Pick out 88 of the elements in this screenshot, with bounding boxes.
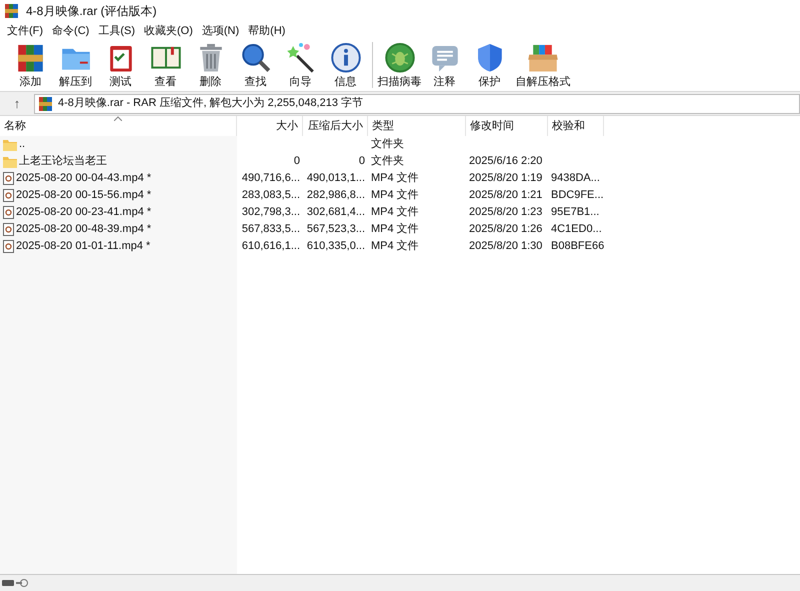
table-cell-text: MP4 文件 bbox=[371, 238, 419, 254]
table-cell-text: 文件夹 bbox=[371, 136, 404, 152]
table-cell-text: 2025/8/20 1:21 bbox=[469, 188, 542, 204]
menu-item[interactable]: 收藏夹(O) bbox=[140, 22, 197, 40]
table-cell-text: 0 bbox=[358, 154, 365, 170]
menu-item[interactable]: 帮助(H) bbox=[244, 22, 290, 40]
video-file-icon bbox=[3, 189, 14, 202]
folder-icon bbox=[3, 138, 17, 150]
table-cell-text: 283,083,5... bbox=[242, 188, 300, 204]
toolbar-button[interactable]: 添加 bbox=[8, 40, 53, 90]
table-cell-text: MP4 文件 bbox=[371, 222, 419, 238]
file-row[interactable]: 2025-08-20 00-04-43.mp4 * 490,716,6... 490,013,1... MP4 文件 2025/8/20 1:19 9438DA... bbox=[0, 170, 800, 187]
column-header[interactable]: 名称 bbox=[0, 116, 237, 136]
table-cell-text: 2025/8/20 1:26 bbox=[469, 222, 542, 238]
table-cell-text: 610,616,1... bbox=[242, 239, 300, 254]
up-button[interactable]: ↑ bbox=[0, 94, 34, 114]
table-cell-text: 9438DA... bbox=[551, 171, 600, 186]
magic-wand-icon bbox=[284, 42, 316, 74]
menu-item[interactable]: 工具(S) bbox=[94, 22, 139, 40]
file-row[interactable]: 2025-08-20 00-15-56.mp4 * 283,083,5... 282,986,8... MP4 文件 2025/8/20 1:21 BDC9FE... bbox=[0, 187, 800, 204]
table-cell-text: 567,833,5... bbox=[242, 222, 300, 238]
table-cell-text: MP4 文件 bbox=[371, 188, 419, 204]
menu-item[interactable]: 命令(C) bbox=[48, 22, 94, 40]
table-cell-text: 2025-08-20 00-15-56.mp4 * bbox=[16, 188, 152, 204]
table-cell-text: 2025/8/20 1:23 bbox=[469, 205, 542, 220]
archive-icon bbox=[38, 96, 54, 112]
table-cell-text: 2025/8/20 1:19 bbox=[469, 171, 542, 186]
column-header[interactable]: 压缩后大小 bbox=[303, 116, 368, 136]
toolbar-button[interactable]: 解压到 bbox=[53, 40, 98, 90]
key-icon bbox=[16, 578, 28, 588]
address-text: 4-8月映像.rar - RAR 压缩文件, 解包大小为 2,255,048,213 字节 bbox=[58, 96, 364, 112]
toolbar-button[interactable]: 测试 bbox=[98, 40, 143, 90]
archive-icon bbox=[4, 3, 20, 19]
toolbar-button[interactable]: 向导 bbox=[278, 40, 323, 90]
column-header[interactable]: 类型 bbox=[368, 116, 466, 136]
toolbar-button[interactable]: 扫描病毒 bbox=[377, 40, 422, 90]
table-cell-text: MP4 文件 bbox=[371, 170, 419, 186]
video-file-icon bbox=[3, 223, 14, 236]
toolbar-button[interactable]: 删除 bbox=[188, 40, 233, 90]
file-row[interactable]: 2025-08-20 00-48-39.mp4 * 567,833,5... 567,523,3... MP4 文件 2025/8/20 1:26 4C1ED0... bbox=[0, 221, 800, 238]
table-cell-text: 2025-08-20 00-23-41.mp4 * bbox=[16, 205, 152, 220]
bug-icon bbox=[384, 42, 416, 74]
table-cell-text: 0 bbox=[294, 154, 300, 170]
table-cell-text: 490,013,1... bbox=[306, 171, 365, 186]
drive-icon bbox=[2, 580, 14, 586]
table-cell-text: 490,716,6... bbox=[242, 171, 300, 186]
table-cell-text: 95E7B1... bbox=[551, 205, 600, 220]
toolbar-button[interactable]: 注释 bbox=[422, 40, 467, 90]
file-row[interactable]: 上老王论坛当老王 0 0 文件夹 2025/6/16 2:20 bbox=[0, 153, 800, 170]
column-header[interactable]: 大小 bbox=[237, 116, 303, 136]
video-file-icon bbox=[3, 240, 14, 253]
table-cell-text: 2025-08-20 01-01-11.mp4 * bbox=[16, 239, 150, 254]
file-row[interactable]: 2025-08-20 01-01-11.mp4 * 610,616,1... 610,335,0... MP4 文件 2025/8/20 1:30 B08BFE66 bbox=[0, 238, 800, 255]
table-cell-text: MP4 文件 bbox=[371, 204, 419, 220]
column-header[interactable]: 修改时间 bbox=[466, 116, 548, 136]
table-cell-text: 上老王论坛当老王 bbox=[19, 154, 107, 170]
table-cell-text: 2025/8/20 1:30 bbox=[469, 239, 542, 254]
toolbar-button[interactable]: 查找 bbox=[233, 40, 278, 90]
table-cell-text: 282,986,8... bbox=[306, 188, 365, 204]
package-icon bbox=[527, 42, 559, 74]
menu-item[interactable]: 文件(F) bbox=[3, 22, 48, 40]
table-cell-text: 302,681,4... bbox=[306, 205, 365, 220]
table-cell-text: BDC9FE... bbox=[551, 188, 604, 204]
toolbar-button[interactable]: 信息 bbox=[323, 40, 368, 90]
table-cell-text: 2025/6/16 2:20 bbox=[469, 154, 542, 170]
table-cell-text: 4C1ED0... bbox=[551, 222, 602, 238]
column-header[interactable]: 校验和 bbox=[548, 116, 604, 136]
toolbar-button[interactable]: 查看 bbox=[143, 40, 188, 90]
video-file-icon bbox=[3, 206, 14, 219]
menu-item[interactable]: 选项(N) bbox=[198, 22, 244, 40]
table-cell-text: 文件夹 bbox=[371, 154, 404, 170]
search-icon bbox=[240, 42, 272, 74]
folder-icon bbox=[3, 156, 17, 168]
table-cell-text: .. bbox=[19, 137, 26, 152]
address-field[interactable]: 4-8月映像.rar - RAR 压缩文件, 解包大小为 2,255,048,213 字节 bbox=[34, 94, 800, 114]
table-cell-text: 2025-08-20 00-48-39.mp4 * bbox=[16, 222, 152, 238]
table-cell-text: B08BFE66 bbox=[551, 239, 604, 254]
table-cell-text: 567,523,3... bbox=[306, 222, 365, 238]
info-icon bbox=[330, 42, 362, 74]
table-cell-text: 302,798,3... bbox=[242, 205, 300, 220]
table-cell-text: 610,335,0... bbox=[306, 239, 365, 254]
window-title: 4-8月映像.rar (评估版本) bbox=[26, 3, 157, 20]
toolbar-button[interactable]: 保护 bbox=[467, 40, 512, 90]
file-row[interactable]: .. 文件夹 bbox=[0, 136, 800, 153]
toolbar-button[interactable]: 自解压格式 bbox=[512, 40, 574, 90]
file-row[interactable]: 2025-08-20 00-23-41.mp4 * 302,798,3... 302,681,4... MP4 文件 2025/8/20 1:23 95E7B1... bbox=[0, 204, 800, 221]
video-file-icon bbox=[3, 172, 14, 185]
table-cell-text: 2025-08-20 00-04-43.mp4 * bbox=[16, 171, 152, 186]
